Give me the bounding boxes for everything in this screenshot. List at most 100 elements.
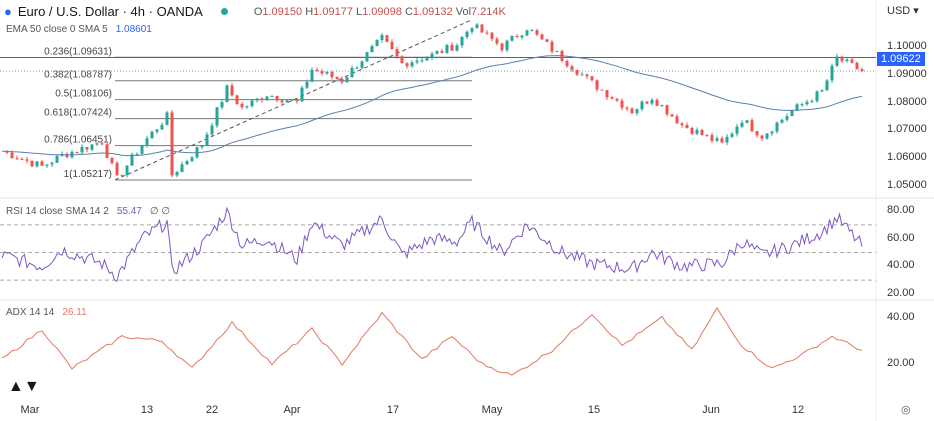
candle-body: [430, 53, 434, 58]
candle-body: [600, 89, 604, 91]
candle-body: [145, 138, 149, 145]
candle-body: [260, 98, 264, 101]
rsi-line: [1, 206, 863, 282]
candle-body: [730, 133, 734, 137]
candle-body: [90, 144, 94, 150]
candle-body: [650, 99, 654, 104]
candle-body: [300, 87, 304, 102]
fib-level-label: 1(1.05217): [64, 169, 112, 180]
candle-body: [395, 49, 399, 57]
candle-body: [750, 120, 754, 132]
candle-body: [95, 143, 99, 145]
candle-body: [325, 71, 329, 74]
candle-body: [85, 147, 89, 150]
candle-body: [415, 60, 419, 63]
candle-body: [630, 108, 634, 114]
chart-window[interactable]: ● Euro / U.S. Dollar · 4h · OANDA O1.091…: [0, 0, 934, 421]
candle-body: [105, 144, 109, 158]
ema-line: [1, 55, 863, 157]
candle-body: [285, 100, 289, 103]
candle-body: [135, 153, 139, 155]
candle-body: [45, 164, 49, 166]
candle-body: [280, 100, 284, 103]
candle-body: [455, 45, 459, 51]
tradingview-logo: ▲▼: [8, 378, 40, 395]
candle-body: [775, 122, 779, 132]
candle-body: [125, 165, 129, 176]
candle-body: [425, 57, 429, 61]
candle-body: [545, 39, 549, 42]
candle-body: [100, 143, 104, 145]
candle-body: [240, 103, 244, 108]
candle-body: [435, 51, 439, 54]
candle-body: [540, 34, 544, 40]
candle-body: [10, 152, 14, 159]
candle-body: [800, 104, 804, 106]
candle-body: [215, 107, 219, 126]
candle-body: [40, 161, 44, 166]
candle-body: [150, 131, 154, 139]
time-tick-label: 12: [791, 404, 805, 416]
candle-body: [155, 129, 159, 132]
time-tick-label: Mar: [20, 404, 40, 416]
candle-body: [640, 101, 644, 110]
candle-body: [235, 95, 239, 104]
candle-body: [205, 134, 209, 146]
rsi-tick-label: 20.00: [887, 287, 915, 299]
chart-plot[interactable]: 0.236(1.09631)0.382(1.08787)0.5(1.08106)…: [0, 0, 934, 421]
candle-body: [745, 120, 749, 123]
candle-body: [185, 161, 189, 165]
candle-body: [330, 71, 334, 78]
candle-body: [645, 101, 649, 104]
candle-body: [770, 131, 774, 134]
last-price-label: 1.09622: [877, 52, 925, 66]
candle-body: [465, 31, 469, 38]
candle-body: [720, 138, 724, 143]
candle-body: [860, 69, 864, 72]
candle-body: [845, 59, 849, 62]
candle-body: [470, 28, 474, 32]
candle-body: [390, 41, 394, 50]
candle-body: [220, 101, 224, 108]
candle-body: [660, 105, 664, 107]
candle-body: [305, 81, 309, 88]
candle-body: [345, 77, 349, 83]
candle-body: [50, 162, 54, 165]
candle-body: [490, 32, 494, 39]
candle-body: [340, 79, 344, 83]
candle-body: [360, 61, 364, 68]
candle-body: [785, 116, 789, 120]
price-tick-label: 1.08000: [887, 95, 927, 108]
candle-body: [245, 106, 249, 108]
candle-body: [210, 125, 214, 135]
candle-body: [35, 161, 39, 167]
candle-body: [250, 100, 254, 107]
candle-body: [780, 119, 784, 123]
fib-level-label: 0.618(1.07424): [44, 108, 112, 119]
candle-body: [410, 62, 414, 67]
candle-body: [500, 43, 504, 51]
time-tick-label: Jun: [702, 404, 720, 416]
candle-body: [510, 35, 514, 41]
settings-icon[interactable]: ◎: [901, 403, 911, 416]
candle-body: [180, 164, 184, 173]
candle-body: [20, 159, 24, 161]
candle-body: [110, 157, 114, 163]
candle-body: [375, 39, 379, 47]
candle-body: [790, 110, 794, 117]
candle-body: [585, 74, 589, 77]
candle-body: [765, 133, 769, 139]
candle-body: [855, 62, 859, 70]
candle-body: [570, 66, 574, 70]
candle-body: [830, 65, 834, 81]
candle-body: [225, 85, 229, 102]
candle-body: [75, 151, 79, 153]
currency-selector[interactable]: USD ▾: [887, 4, 919, 17]
candle-body: [190, 157, 194, 162]
candle-body: [840, 56, 844, 62]
candle-body: [170, 112, 174, 176]
adx-tick-label: 40.00: [887, 311, 915, 323]
candle-body: [80, 147, 84, 153]
candle-body: [675, 116, 679, 124]
candle-body: [385, 35, 389, 42]
